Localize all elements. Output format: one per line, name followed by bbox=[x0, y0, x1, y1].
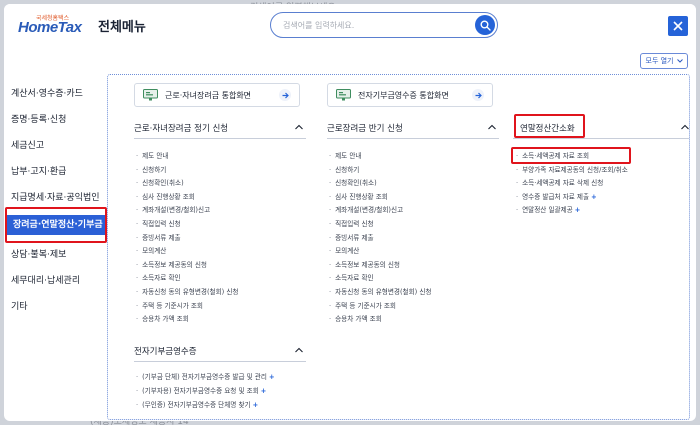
highlight-box-sidebar bbox=[5, 207, 107, 243]
list-item[interactable]: · 증빙서류 제출 bbox=[136, 232, 181, 245]
list-item[interactable]: · 계좌개설(변경/철회)신고 bbox=[136, 204, 210, 217]
sidebar-item-label: 납부·고지·환급 bbox=[11, 167, 67, 177]
sidebar-item-tax-return[interactable]: 세금신고 bbox=[4, 136, 104, 156]
list-item[interactable]: · 자동신청 동의 유형변경(철회) 신청 bbox=[329, 286, 431, 299]
plus-icon: + bbox=[260, 387, 267, 395]
section-divider bbox=[513, 138, 689, 139]
menu-content-panel: 근로·자녀장려금 통합화면 전자기부금영수증 통합화면 근로·자녀장려금 정기 … bbox=[107, 74, 690, 420]
monitor-icon bbox=[143, 89, 158, 101]
section-divider bbox=[134, 361, 306, 362]
list-item[interactable]: · 소득정보 제공동의 신청 bbox=[136, 259, 207, 272]
sidebar-item-certificate[interactable]: 증명·등록·신청 bbox=[4, 110, 104, 130]
highlight-box-section-title bbox=[514, 114, 585, 138]
list-item[interactable]: · 계좌개설(변경/철회)신고 bbox=[329, 204, 403, 217]
sidebar-item-etc[interactable]: 기타 bbox=[4, 297, 104, 317]
list-item[interactable]: · 신청하기 bbox=[136, 164, 166, 177]
list-item[interactable]: · 모의계산 bbox=[329, 245, 359, 258]
list-item[interactable]: · 승용차 가액 조회 bbox=[136, 313, 189, 326]
list-item[interactable]: · 직접입력 신청 bbox=[329, 218, 374, 231]
section-title-incentive-half[interactable]: 근로장려금 반기 신청 bbox=[327, 122, 403, 134]
all-menu-modal: 국세청홈택스 HomeTax 전체메뉴 모두 열기 계산서·영수증·카드 증명·… bbox=[4, 4, 696, 421]
sidebar-item-consult[interactable]: 상담·불복·제보 bbox=[4, 245, 104, 265]
sidebar-item-label: 증명·등록·신청 bbox=[11, 115, 67, 125]
sidebar-item-label: 상담·불복·제보 bbox=[11, 250, 67, 260]
list-item[interactable]: · 심사 진행상황 조회 bbox=[136, 191, 195, 204]
list-item[interactable]: · 자동신청 동의 유형변경(철회) 신청 bbox=[136, 286, 238, 299]
section-divider bbox=[327, 138, 499, 139]
sidebar-item-label: 세무대리·납세관리 bbox=[11, 276, 81, 286]
integrated-button-label: 근로·자녀장려금 통합화면 bbox=[165, 90, 252, 100]
list-item[interactable]: · 신청확인(취소) bbox=[329, 177, 377, 190]
list-item[interactable]: · 부양가족 자료제공동의 신청/조회/취소 bbox=[516, 164, 628, 177]
chevron-up-icon[interactable] bbox=[487, 123, 497, 131]
search-icon bbox=[480, 20, 491, 31]
plus-icon: + bbox=[252, 401, 259, 409]
search-button[interactable] bbox=[475, 15, 495, 35]
sidebar-item-label: 계산서·영수증·카드 bbox=[11, 89, 83, 99]
plus-icon: + bbox=[268, 373, 275, 381]
monitor-icon bbox=[336, 89, 351, 101]
hometax-logo[interactable]: 국세청홈택스 HomeTax bbox=[18, 13, 82, 39]
category-sidebar: 계산서·영수증·카드 증명·등록·신청 세금신고 납부·고지·환급 지급명세·자… bbox=[4, 70, 106, 421]
arrow-right-icon bbox=[279, 89, 291, 101]
list-item[interactable]: · 심사 진행상황 조회 bbox=[329, 191, 388, 204]
sidebar-item-statement[interactable]: 지급명세·자료·공익법인 bbox=[4, 188, 104, 208]
sidebar-item-label: 세금신고 bbox=[11, 141, 45, 151]
integrated-button-label: 전자기부금영수증 통합화면 bbox=[358, 90, 449, 100]
section-divider bbox=[134, 138, 306, 139]
plus-icon: + bbox=[591, 192, 597, 201]
menu-search-box bbox=[270, 12, 498, 38]
sidebar-item-label: 지급명세·자료·공익법인 bbox=[11, 193, 100, 203]
list-item[interactable]: · 신청확인(취소) bbox=[136, 177, 184, 190]
arrow-right-icon bbox=[472, 89, 484, 101]
highlight-box-list-item bbox=[511, 147, 631, 164]
expand-all-button[interactable]: 모두 열기 bbox=[640, 53, 688, 69]
list-item[interactable]: · 소득·세액공제 자료 삭제 신청 bbox=[516, 177, 603, 190]
sidebar-item-agent[interactable]: 세무대리·납세관리 bbox=[4, 271, 104, 291]
section-title-incentive-regular[interactable]: 근로·자녀장려금 정기 신청 bbox=[134, 122, 228, 134]
list-item[interactable]: · (무인증) 전자기부금영수증 단체명 찾기 + bbox=[136, 399, 258, 412]
list-item[interactable]: · 소득정보 제공동의 신청 bbox=[329, 259, 400, 272]
list-item[interactable]: · 증빙서류 제출 bbox=[329, 232, 374, 245]
list-item[interactable]: · 주택 등 기준시가 조회 bbox=[329, 300, 396, 313]
modal-header: 국세청홈택스 HomeTax 전체메뉴 bbox=[4, 4, 696, 46]
chevron-up-icon[interactable] bbox=[294, 123, 304, 131]
sidebar-item-label: 기타 bbox=[11, 302, 28, 312]
close-icon bbox=[673, 21, 683, 31]
chevron-up-icon[interactable] bbox=[294, 346, 304, 354]
expand-all-label: 모두 열기 bbox=[645, 57, 674, 65]
logo-text: HomeTax bbox=[18, 19, 82, 36]
list-item[interactable]: · (기부자용) 전자기부금영수증 요청 및 조회 + bbox=[136, 385, 266, 398]
list-item[interactable]: · 직접입력 신청 bbox=[136, 218, 181, 231]
list-item[interactable]: · 소득자료 확인 bbox=[329, 272, 374, 285]
section-title-donation-receipt[interactable]: 전자기부금영수증 bbox=[134, 345, 197, 357]
page-title: 전체메뉴 bbox=[98, 20, 146, 35]
chevron-up-icon[interactable] bbox=[680, 123, 690, 131]
sidebar-item-payment[interactable]: 납부·고지·환급 bbox=[4, 162, 104, 182]
list-item[interactable]: · 제도 안내 bbox=[136, 150, 168, 163]
incentive-integrated-button[interactable]: 근로·자녀장려금 통합화면 bbox=[134, 83, 300, 107]
list-item[interactable]: · 주택 등 기준시가 조회 bbox=[136, 300, 203, 313]
close-button[interactable] bbox=[668, 16, 688, 36]
list-item[interactable]: · 모의계산 bbox=[136, 245, 166, 258]
list-item[interactable]: · 영수증 발급처 자료 제출 + bbox=[516, 191, 597, 204]
list-item[interactable]: · 소득자료 확인 bbox=[136, 272, 181, 285]
donation-integrated-button[interactable]: 전자기부금영수증 통합화면 bbox=[327, 83, 493, 107]
plus-icon: + bbox=[574, 206, 581, 215]
list-item[interactable]: · 승용차 가액 조회 bbox=[329, 313, 382, 326]
sidebar-item-invoice[interactable]: 계산서·영수증·카드 bbox=[4, 84, 104, 104]
list-item[interactable]: · 신청하기 bbox=[329, 164, 359, 177]
list-item[interactable]: · 연말정산 일괄제공 + bbox=[516, 204, 580, 217]
list-item[interactable]: · (기부금 단체) 전자기부금영수증 발급 및 관리 + bbox=[136, 371, 274, 384]
search-input[interactable] bbox=[283, 17, 463, 34]
chevron-down-icon bbox=[676, 59, 683, 63]
list-item[interactable]: · 제도 안내 bbox=[329, 150, 361, 163]
